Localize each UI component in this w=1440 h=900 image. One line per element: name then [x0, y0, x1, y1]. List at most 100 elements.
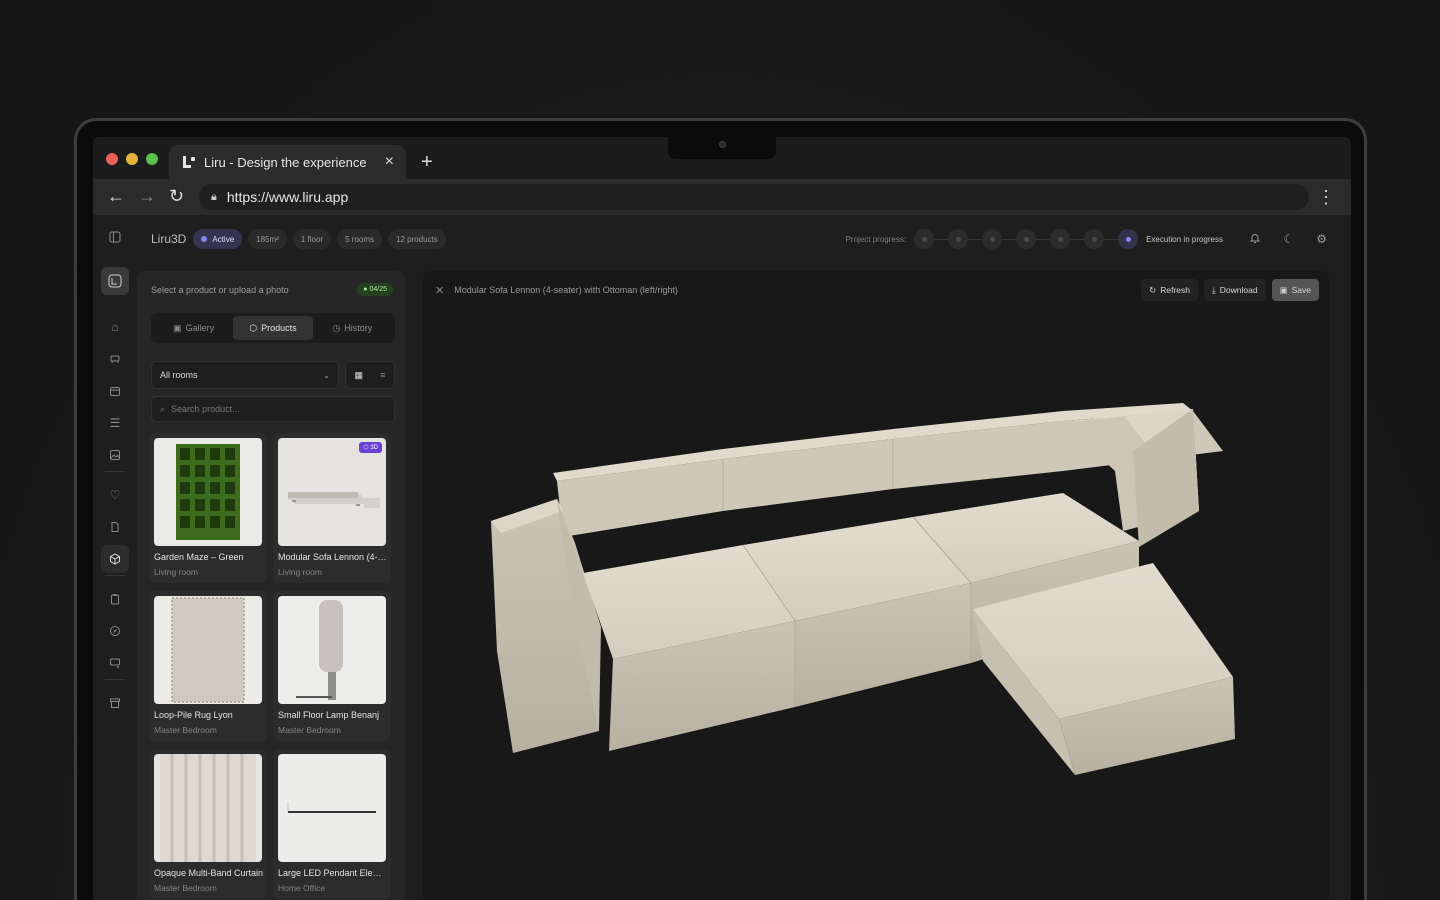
products-chip: 12 products: [387, 229, 446, 249]
list-view-icon[interactable]: ≡: [380, 370, 385, 380]
sofa-3d-model[interactable]: [423, 311, 1329, 900]
workspace-logo-icon[interactable]: [101, 267, 129, 295]
product-thumbnail: [154, 754, 262, 862]
area-chip: 185m²: [248, 229, 287, 249]
progress-step[interactable]: [914, 229, 935, 249]
product-name: Large LED Pendant Element: [278, 868, 388, 878]
product-count-badge: ● 04/25: [357, 283, 393, 296]
image-icon[interactable]: [101, 441, 129, 469]
product-thumbnail: ⬡ 3D: [278, 438, 386, 546]
product-name: Loop-Pile Rug Lyon: [154, 710, 233, 720]
rail-divider: [105, 679, 125, 680]
product-card[interactable]: Small Floor Lamp Benanj Master Bedroom: [273, 591, 391, 741]
calendar-icon[interactable]: [101, 377, 129, 405]
chevron-down-icon: ⌄: [323, 370, 330, 380]
laptop-frame: Liru - Design the experience × + ← → ↻ 🔒…: [74, 118, 1367, 900]
minimize-window-button[interactable]: [126, 153, 138, 165]
sofa-thumbnail-image: [288, 492, 380, 508]
download-button[interactable]: ⤓ Download: [1204, 279, 1266, 301]
viewer-title: Modular Sofa Lennon (4-seater) with Otto…: [454, 285, 678, 295]
product-room: Home Office: [278, 883, 326, 893]
maximize-window-button[interactable]: [146, 153, 158, 165]
tab-label: Products: [261, 323, 297, 333]
progress-step-current[interactable]: [1118, 229, 1139, 249]
lock-icon: 🔒︎: [211, 190, 217, 203]
new-tab-button[interactable]: +: [421, 151, 433, 174]
tasks-list-icon[interactable]: ☰: [101, 409, 129, 437]
products-3d-icon[interactable]: [101, 545, 129, 573]
product-card[interactable]: Opaque Multi-Band Curtain Master Bedroom: [149, 749, 267, 899]
pendant-lamp-image: [287, 802, 376, 813]
grid-view-icon[interactable]: ▦: [355, 370, 364, 381]
progress-label: Project progress:: [845, 234, 907, 244]
window-controls: [106, 153, 158, 165]
room-filter-select[interactable]: All rooms ⌄: [151, 361, 339, 389]
notifications-bell-icon[interactable]: [1249, 232, 1261, 247]
camera-icon: [719, 141, 726, 148]
product-room: Master Bedroom: [154, 725, 217, 735]
viewer-header: ✕ Modular Sofa Lennon (4-seater) with Ot…: [435, 279, 1319, 301]
camera-notch: [668, 137, 776, 159]
archive-icon[interactable]: [101, 689, 129, 717]
project-progress: Project progress: Execution in progress: [846, 227, 1223, 251]
close-icon[interactable]: ✕: [435, 284, 444, 297]
product-name: Opaque Multi-Band Curtain: [154, 868, 264, 878]
refresh-label: Refresh: [1160, 285, 1191, 295]
product-name: Garden Maze – Green: [154, 552, 244, 562]
product-room: Master Bedroom: [278, 725, 341, 735]
refresh-button[interactable]: ↻ Refresh: [1141, 279, 1199, 301]
browser-tab[interactable]: Liru - Design the experience ×: [169, 145, 406, 179]
close-window-button[interactable]: [106, 153, 118, 165]
furniture-icon[interactable]: [101, 345, 129, 373]
sidebar-toggle-icon[interactable]: [101, 223, 129, 251]
rug-maze-image: [176, 444, 240, 540]
forward-icon[interactable]: →: [138, 186, 156, 207]
project-topbar: Liru3D Active 185m² 1 floor 5 rooms 12 p…: [151, 227, 1331, 251]
progress-step[interactable]: [1084, 229, 1105, 249]
cart-icon[interactable]: [101, 649, 129, 677]
tab-products[interactable]: ⬡ Products: [233, 316, 313, 340]
progress-step[interactable]: [982, 229, 1003, 249]
tab-gallery[interactable]: ▣ Gallery: [154, 316, 233, 340]
search-input[interactable]: [171, 404, 372, 414]
theme-moon-icon[interactable]: ☾: [1283, 232, 1294, 246]
panel-tabs: ▣ Gallery ⬡ Products ◷ History: [151, 313, 395, 343]
tab-history[interactable]: ◷ History: [313, 316, 392, 340]
browser-toolbar: ← → ↻ 🔒︎ https://www.liru.app ⋮: [93, 179, 1351, 215]
topbar-actions: ☾ ⚙: [1249, 227, 1327, 251]
floor-chip: 1 floor: [292, 229, 332, 249]
close-tab-icon[interactable]: ×: [385, 153, 394, 171]
settings-gear-icon[interactable]: ⚙: [1316, 232, 1327, 246]
product-thumbnail: [278, 754, 386, 862]
clipboard-icon[interactable]: [101, 585, 129, 613]
save-icon: ▣: [1279, 284, 1288, 295]
progress-step[interactable]: [1050, 229, 1071, 249]
favorites-heart-icon[interactable]: ♡: [101, 481, 129, 509]
status-dot-icon: [201, 236, 208, 242]
document-icon[interactable]: [101, 513, 129, 541]
liru-favicon-icon: [181, 154, 197, 170]
view-toggle: ▦ ≡: [345, 361, 395, 389]
compass-icon[interactable]: [101, 617, 129, 645]
gallery-icon: ▣: [173, 322, 182, 333]
browser-menu-icon[interactable]: ⋮: [1317, 187, 1335, 208]
progress-step[interactable]: [948, 229, 969, 249]
reload-icon[interactable]: ↻: [169, 186, 184, 207]
product-card[interactable]: Large LED Pendant Element Home Office: [273, 749, 391, 899]
rail-divider: [105, 575, 125, 576]
product-name: Small Floor Lamp Benanj: [278, 710, 380, 720]
product-card[interactable]: Loop-Pile Rug Lyon Master Bedroom: [149, 591, 267, 741]
tab-label: History: [344, 323, 373, 333]
back-icon[interactable]: ←: [107, 186, 125, 207]
address-bar[interactable]: 🔒︎ https://www.liru.app: [199, 184, 1309, 210]
home-icon[interactable]: ⌂: [101, 313, 129, 341]
product-panel: Select a product or upload a photo ● 04/…: [137, 271, 405, 900]
progress-step[interactable]: [1016, 229, 1037, 249]
product-card[interactable]: Garden Maze – Green Living room: [149, 433, 267, 583]
cube-icon: ⬡: [249, 322, 258, 333]
product-thumbnail: [154, 438, 262, 546]
clock-icon: ◷: [332, 322, 341, 333]
save-button[interactable]: ▣ Save: [1271, 279, 1319, 301]
tab-title: Liru - Design the experience: [204, 154, 367, 170]
product-card[interactable]: ⬡ 3D Modular Sofa Lennon (4-seater) Livi…: [273, 433, 391, 583]
